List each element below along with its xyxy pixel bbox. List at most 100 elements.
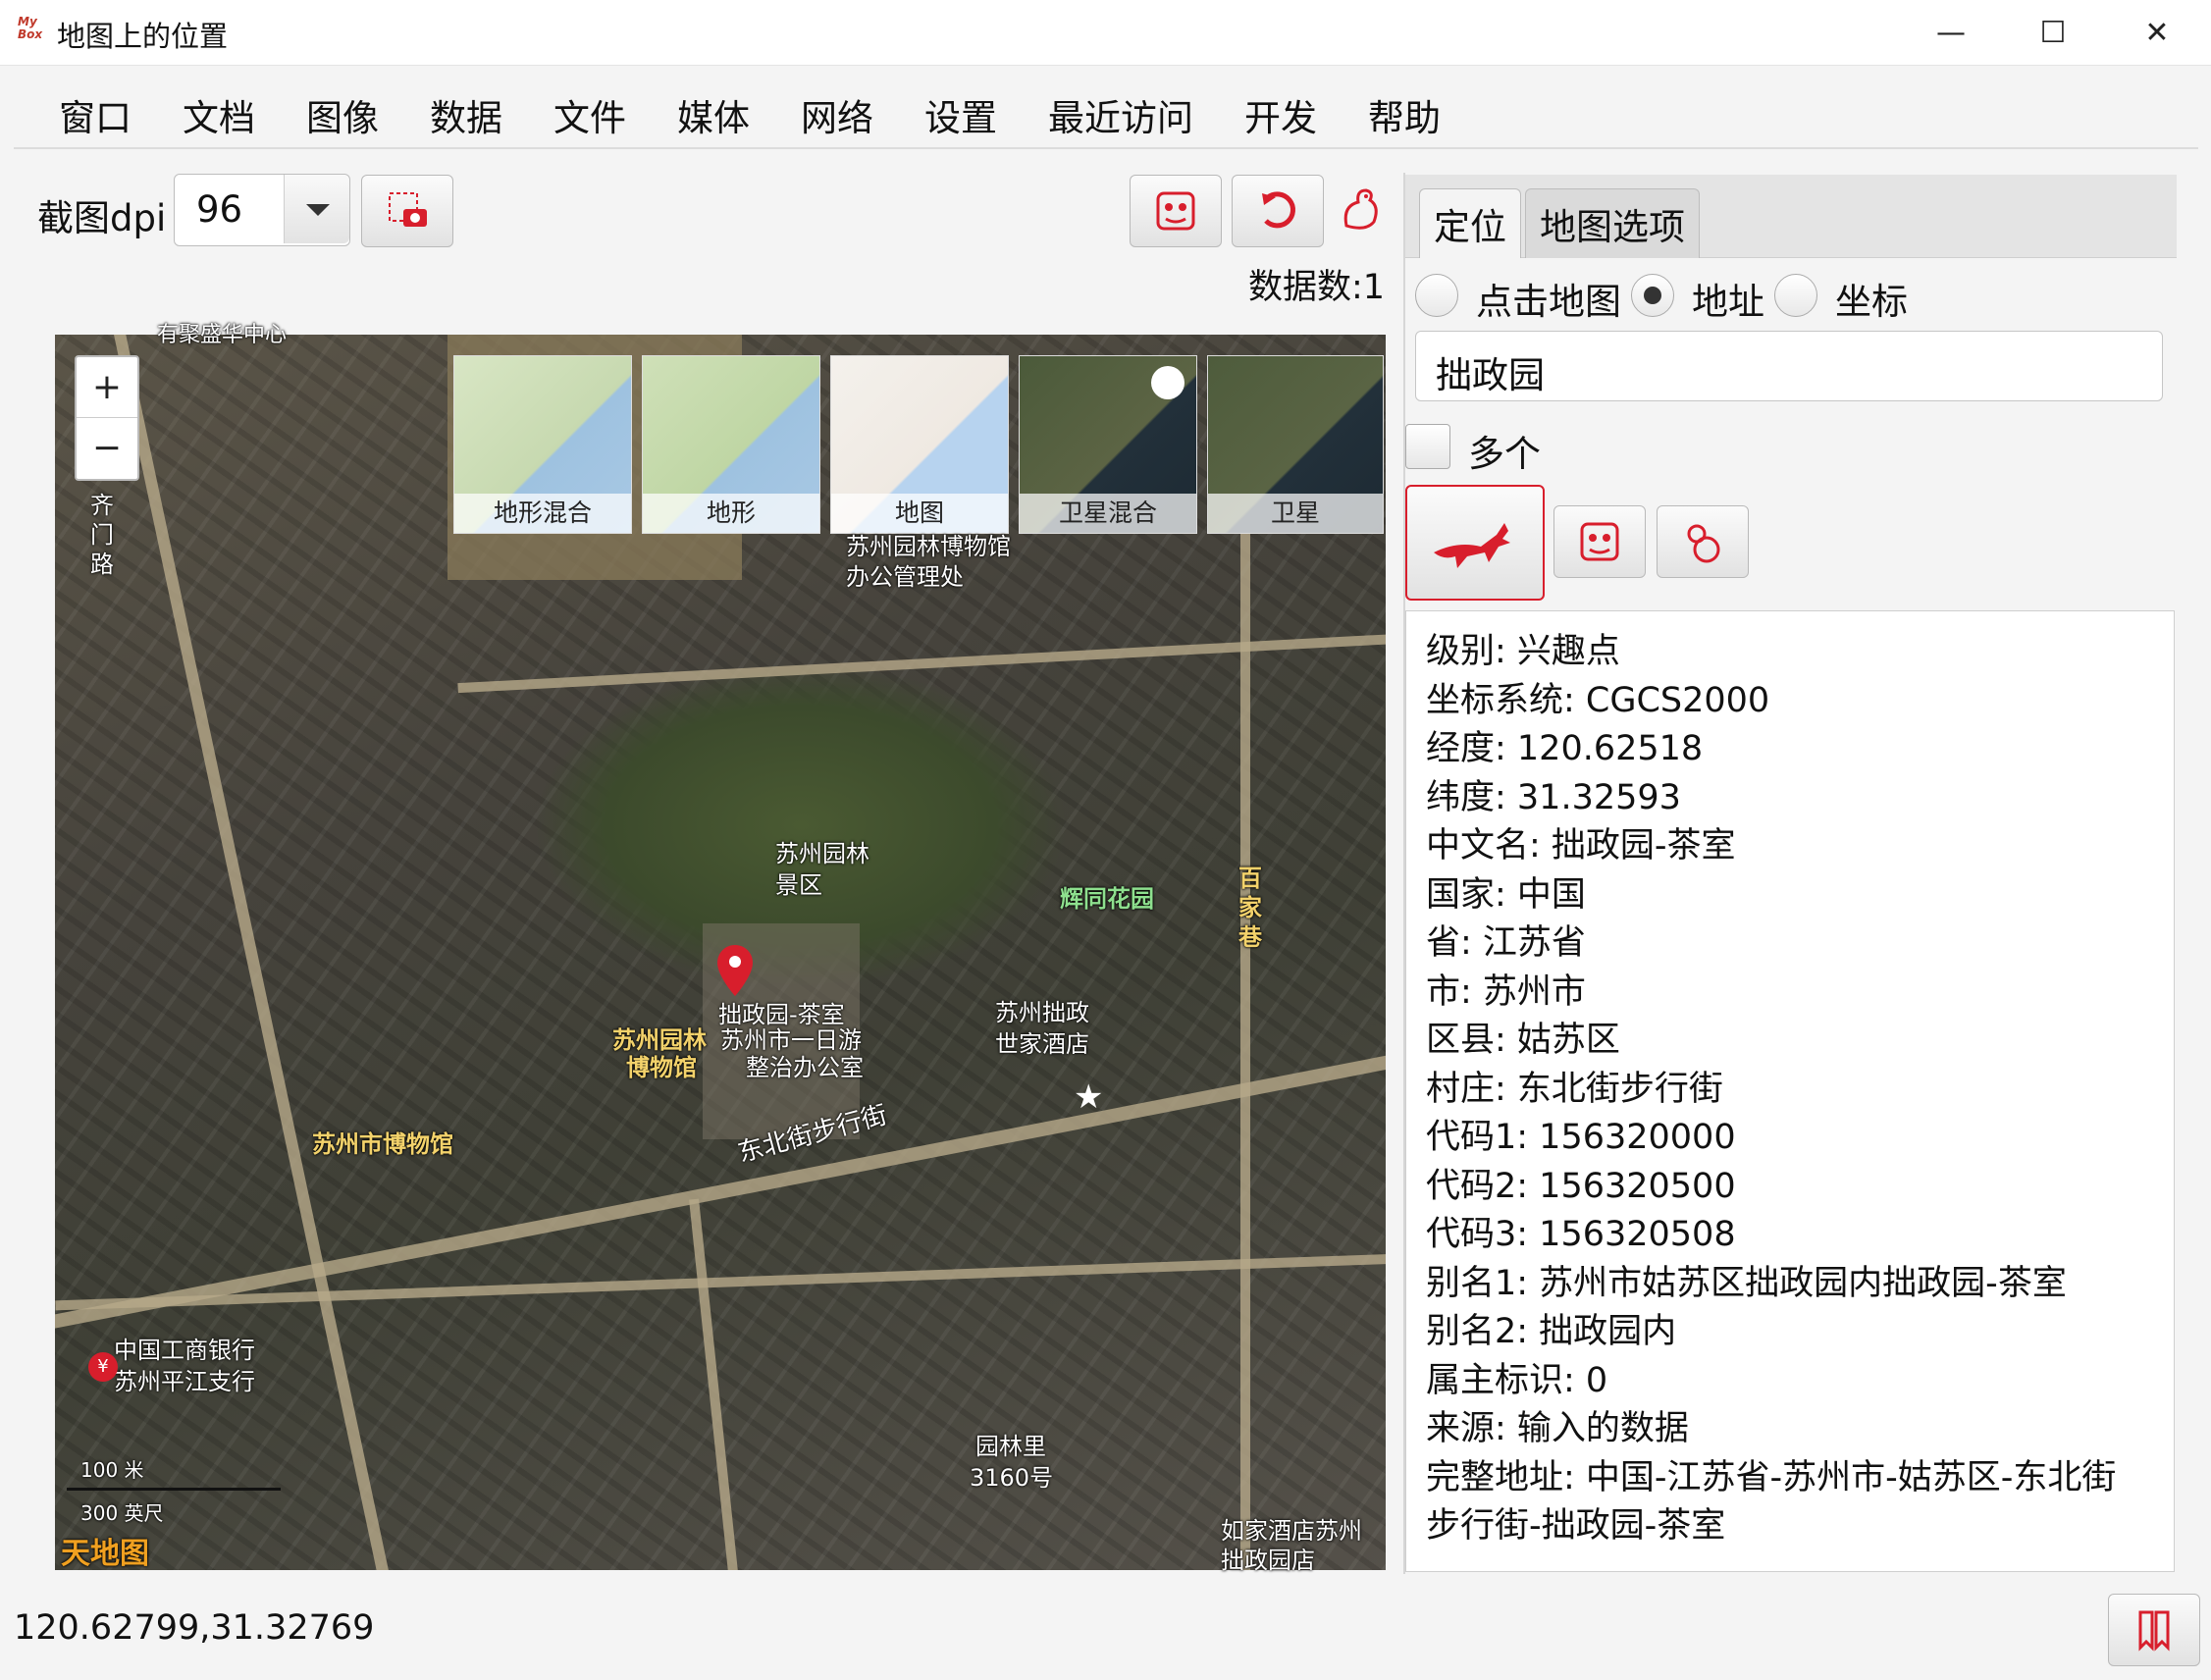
info-city: 市: 苏州市 <box>1426 972 1586 1012</box>
info-alias1: 别名1: 苏州市姑苏区拙政园内拙政园-茶室 <box>1426 1264 2067 1303</box>
info-village: 村庄: 东北街步行街 <box>1426 1070 1723 1109</box>
locate-button[interactable] <box>1405 485 1545 601</box>
menu-develop[interactable]: 开发 <box>1244 88 1317 141</box>
mask-icon <box>1580 522 1619 561</box>
radio-label-coordinate: 坐标 <box>1835 281 1908 323</box>
dpi-value: 96 <box>196 188 243 231</box>
info-province: 省: 江苏省 <box>1426 923 1586 963</box>
radio-label-click-map: 点击地图 <box>1476 281 1621 323</box>
radio-label-address: 地址 <box>1692 281 1764 323</box>
mask-icon <box>1156 191 1195 231</box>
scale-meters: 100 米 <box>80 1458 144 1482</box>
camera-icon <box>389 192 427 227</box>
dpi-select[interactable]: 96 <box>174 174 350 246</box>
app-icon: My Box <box>18 15 43 41</box>
menu-document[interactable]: 文档 <box>183 88 255 141</box>
road <box>689 1198 742 1570</box>
map-label: 苏州拙政 <box>995 999 1089 1026</box>
info-county: 区县: 姑苏区 <box>1426 1021 1620 1060</box>
multiple-label: 多个 <box>1468 433 1541 475</box>
layer-tile-satellite[interactable]: 卫星 <box>1207 355 1384 534</box>
scale-feet: 300 英尺 <box>80 1501 164 1525</box>
layer-tile-terrain[interactable]: 地形 <box>642 355 820 534</box>
layer-label: 地形混合 <box>454 494 631 533</box>
rooster-icon[interactable] <box>1337 183 1382 237</box>
map-label: 如家酒店苏州 <box>1221 1517 1362 1545</box>
address-input[interactable]: 拙政园 <box>1415 331 2163 401</box>
zoom-in-button[interactable]: + <box>77 357 137 418</box>
map-label: 苏州园林 <box>775 840 869 867</box>
map-label: 景区 <box>775 871 822 899</box>
map-label: 博物馆 <box>626 1054 697 1081</box>
maximize-button[interactable]: ☐ <box>2024 10 2082 55</box>
refresh-button[interactable] <box>1232 175 1324 247</box>
star-icon: ★ <box>1074 1077 1104 1117</box>
layer-tile-terrain-mix[interactable]: 地形混合 <box>453 355 632 534</box>
layer-tile-satellite-mix[interactable]: 卫星混合 <box>1019 355 1197 534</box>
menu-recent[interactable]: 最近访问 <box>1048 88 1193 141</box>
menu-window[interactable]: 窗口 <box>59 88 132 141</box>
info-latitude: 纬度: 31.32593 <box>1426 778 1681 817</box>
location-pin-icon[interactable] <box>717 945 753 996</box>
location-info-panel: 级别: 兴趣点 坐标系统: CGCS2000 经度: 120.62518 纬度:… <box>1405 610 2175 1572</box>
info-owner-id: 属主标识: 0 <box>1426 1361 1608 1400</box>
info-chinese-name: 中文名: 拙政园-茶室 <box>1426 826 1736 866</box>
map-label: 整治办公室 <box>746 1054 864 1081</box>
deer-icon <box>1434 523 1510 568</box>
snapshot-toggle-button[interactable] <box>2108 1594 2200 1666</box>
scale-bar <box>67 1488 281 1491</box>
multiple-checkbox[interactable] <box>1405 424 1450 469</box>
menu-settings[interactable]: 设置 <box>924 88 997 141</box>
map-label: 办公管理处 <box>846 563 964 591</box>
info-alias2: 别名2: 拙政园内 <box>1426 1312 1677 1351</box>
info-code3: 代码3: 156320508 <box>1426 1215 1736 1254</box>
info-code2: 代码2: 156320500 <box>1426 1167 1736 1206</box>
map-label: 辉同花园 <box>1060 885 1154 913</box>
style-button[interactable] <box>1130 175 1222 247</box>
layer-label: 卫星混合 <box>1020 494 1196 533</box>
layer-label: 地形 <box>643 494 819 533</box>
chevron-down-icon[interactable] <box>284 175 349 243</box>
menu-network[interactable]: 网络 <box>801 88 873 141</box>
refresh-icon <box>1262 191 1295 229</box>
radio-click-map[interactable] <box>1415 274 1458 317</box>
menu-image[interactable]: 图像 <box>306 88 379 141</box>
menu-help[interactable]: 帮助 <box>1368 88 1441 141</box>
title-bar <box>0 0 2211 66</box>
menu-media[interactable]: 媒体 <box>677 88 750 141</box>
info-level: 级别: 兴趣点 <box>1426 632 1620 671</box>
layer-label: 地图 <box>831 494 1008 533</box>
map-label: 有聚盛华中心 <box>157 323 288 347</box>
map-label: 3160号 <box>970 1464 1054 1492</box>
map-label: 拙政园店 <box>1221 1547 1315 1574</box>
radio-address[interactable] <box>1631 274 1674 317</box>
cursor-coordinates: 120.62799,31.32769 <box>14 1608 375 1648</box>
zoom-control: + − <box>75 355 139 481</box>
tab-locate[interactable]: 定位 <box>1419 188 1521 258</box>
dpi-label: 截图dpi <box>37 197 167 239</box>
radio-coordinate[interactable] <box>1774 274 1817 317</box>
layer-tile-map[interactable]: 地图 <box>830 355 1009 534</box>
style-button-2[interactable] <box>1553 505 1646 578</box>
close-button[interactable]: ✕ <box>2128 10 2186 55</box>
map-label: 百家巷 <box>1238 865 1262 951</box>
selected-indicator <box>1151 366 1184 399</box>
info-source: 来源: 输入的数据 <box>1426 1409 1689 1448</box>
snapshot-button[interactable] <box>361 175 453 247</box>
menu-file[interactable]: 文件 <box>553 88 626 141</box>
info-full-address: 完整地址: 中国-江苏省-苏州市-姑苏区-东北街 <box>1426 1458 2117 1497</box>
info-code1: 代码1: 156320000 <box>1426 1118 1736 1157</box>
minimize-button[interactable]: — <box>1921 10 1980 55</box>
window-title: 地图上的位置 <box>57 20 229 53</box>
map-label: 苏州市博物馆 <box>312 1130 453 1158</box>
map-logo: 天地图 <box>61 1537 149 1571</box>
info-longitude: 经度: 120.62518 <box>1426 729 1704 768</box>
bookmark-icon <box>2138 1610 2170 1652</box>
menu-data[interactable]: 数据 <box>430 88 502 141</box>
zoom-out-button[interactable]: − <box>77 418 137 478</box>
clear-button[interactable] <box>1657 505 1749 578</box>
tab-map-options[interactable]: 地图选项 <box>1525 188 1700 258</box>
info-full-address-cont: 步行街-拙政园-茶室 <box>1426 1506 1726 1546</box>
road <box>1240 433 1250 1570</box>
map-label: 苏州平江支行 <box>114 1368 255 1395</box>
